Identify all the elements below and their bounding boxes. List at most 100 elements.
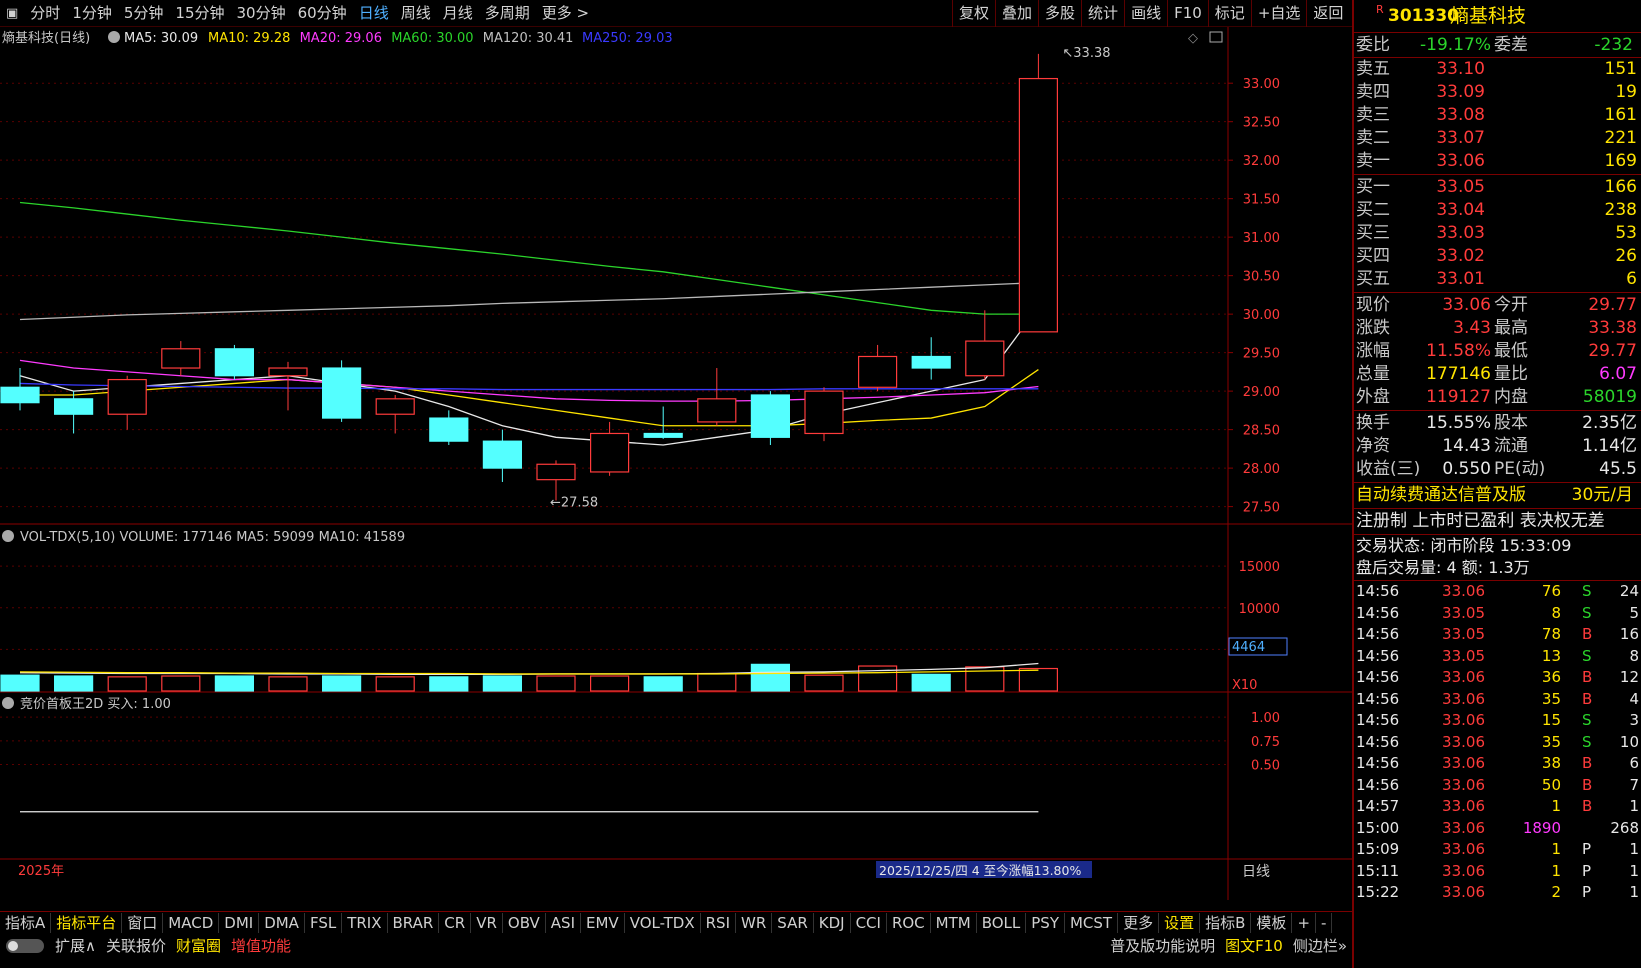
candle[interactable] [268, 361, 308, 411]
volume-bar[interactable] [161, 675, 201, 692]
indicator-tab[interactable]: 窗口 [122, 912, 164, 933]
stock-name[interactable]: 熵基科技 [1450, 4, 1526, 28]
volume-bar[interactable] [911, 673, 951, 692]
tool-button[interactable]: 复权 [952, 0, 995, 27]
dropdown-icon[interactable] [2, 530, 14, 542]
volume-bar[interactable] [536, 675, 576, 692]
candle[interactable] [697, 368, 737, 426]
order-row[interactable]: 买二 33.04 238 [1354, 199, 1641, 222]
volume-bar[interactable] [107, 676, 147, 692]
candle[interactable] [643, 406, 683, 439]
order-row[interactable]: 卖五 33.10 151 [1354, 58, 1641, 81]
chart-svg[interactable]: 27.50 28.00 28.50 29.00 29.50 30.00 30.50 31.00… [0, 27, 1352, 900]
indicator-tab[interactable]: DMA [259, 912, 305, 933]
indicator-tab[interactable]: ASI [546, 912, 582, 933]
order-row[interactable]: 买五 33.01 6 [1354, 268, 1641, 291]
period-tab[interactable]: 15分钟 [169, 0, 230, 27]
candle[interactable] [482, 429, 522, 482]
volume-bar[interactable] [750, 663, 791, 692]
bottom-link[interactable]: 财富圈 [171, 935, 226, 957]
candle[interactable] [536, 460, 576, 501]
order-row[interactable]: 买三 33.03 53 [1354, 222, 1641, 245]
dropdown-icon[interactable] [108, 31, 120, 43]
indicator-tab[interactable]: TRIX [342, 912, 388, 933]
dropdown-icon[interactable] [2, 697, 14, 709]
order-row[interactable]: 买一 33.05 166 [1354, 176, 1641, 199]
chart-title[interactable]: 熵基科技(日线) [2, 30, 90, 46]
indicator-tab[interactable]: SAR [772, 912, 814, 933]
indicator-tab[interactable]: CCI [851, 912, 887, 933]
indicator-tab[interactable]: - [1316, 912, 1333, 933]
ad-row[interactable]: 自动续费通达信普及版 30元/月 [1354, 483, 1641, 507]
indicator-tab[interactable]: 指标B [1200, 912, 1252, 933]
indicator-tab[interactable]: ROC [887, 912, 931, 933]
candle[interactable] [965, 310, 1005, 380]
candle[interactable] [322, 360, 362, 422]
tool-button[interactable]: 多股 [1038, 0, 1081, 27]
indicator-tab[interactable]: CR [439, 912, 472, 933]
period-tab[interactable]: 日线 [353, 0, 395, 27]
period-tab[interactable]: 分时 [24, 0, 66, 27]
volume-bar[interactable] [322, 675, 362, 692]
tool-button[interactable]: 叠加 [995, 0, 1038, 27]
period-tab[interactable]: 月线 [437, 0, 479, 27]
indicator-tab[interactable]: FSL [305, 912, 343, 933]
volume-bar[interactable] [643, 676, 683, 692]
candle[interactable] [750, 391, 791, 446]
bottom-link[interactable]: 图文F10 [1220, 935, 1288, 957]
period-tab[interactable]: 周线 [395, 0, 437, 27]
volume-bar[interactable] [697, 672, 737, 692]
bottom-link[interactable]: 增值功能 [226, 935, 296, 957]
candle[interactable] [161, 341, 201, 376]
candle[interactable] [429, 410, 469, 446]
volume-bar[interactable] [429, 676, 469, 692]
indicator-tab[interactable]: OBV [503, 912, 546, 933]
indicator-tab[interactable]: BOLL [977, 912, 1027, 933]
candle[interactable] [0, 368, 40, 411]
candle[interactable] [804, 387, 844, 442]
period-label[interactable]: 日线 [1242, 864, 1270, 880]
bottom-link[interactable]: 扩展∧ [50, 935, 101, 957]
volume-bar[interactable] [1018, 667, 1059, 692]
candle[interactable] [1018, 53, 1059, 333]
indicator-tab[interactable]: VR [471, 912, 503, 933]
indicator-tab[interactable]: DMI [219, 912, 260, 933]
indicator-tab[interactable]: 指标A [0, 912, 52, 933]
candle[interactable] [214, 344, 254, 380]
volume-bar[interactable] [482, 675, 522, 692]
panel-icon[interactable] [1209, 31, 1223, 43]
sidebar-toggle[interactable] [6, 939, 44, 953]
candle[interactable] [911, 337, 951, 380]
indicator-tab[interactable]: MACD [163, 912, 220, 933]
diamond-icon[interactable]: ◇ [1188, 31, 1198, 46]
indicator-tab[interactable]: EMV [581, 912, 625, 933]
tool-button[interactable]: F10 [1167, 0, 1208, 27]
period-tab[interactable]: 1分钟 [66, 0, 118, 27]
volume-bar[interactable] [589, 675, 630, 692]
tool-button[interactable]: 统计 [1081, 0, 1124, 27]
candle[interactable] [857, 344, 898, 392]
period-tab[interactable]: 60分钟 [292, 0, 353, 27]
indicator-tab[interactable]: WR [736, 912, 773, 933]
volume-bar[interactable] [53, 675, 94, 692]
period-tab[interactable]: 30分钟 [231, 0, 292, 27]
indicator-tab[interactable]: 设置 [1159, 912, 1201, 933]
indicator-tab[interactable]: 更多 [1118, 912, 1160, 933]
order-row[interactable]: 卖二 33.07 221 [1354, 127, 1641, 150]
menu-icon[interactable]: ▣ [0, 0, 24, 27]
volume-bar[interactable] [214, 675, 254, 692]
tool-button[interactable]: +自选 [1250, 0, 1307, 27]
order-row[interactable]: 买四 33.02 26 [1354, 245, 1641, 268]
indicator-tab[interactable]: 模板 [1251, 912, 1293, 933]
indicator-tab[interactable]: 指标平台 [51, 912, 123, 933]
volume-bar[interactable] [804, 674, 844, 692]
indicator-tab[interactable]: + [1292, 912, 1317, 933]
order-row[interactable]: 卖三 33.08 161 [1354, 104, 1641, 127]
candle[interactable] [107, 375, 147, 430]
indicator-tab[interactable]: KDJ [814, 912, 851, 933]
tool-button[interactable]: 返回 [1306, 0, 1349, 27]
indicator-tab[interactable]: RSI [701, 912, 736, 933]
tool-button[interactable]: 标记 [1207, 0, 1251, 27]
indicator-tab[interactable]: PSY [1026, 912, 1065, 933]
period-tab[interactable]: 更多 > [536, 0, 595, 27]
